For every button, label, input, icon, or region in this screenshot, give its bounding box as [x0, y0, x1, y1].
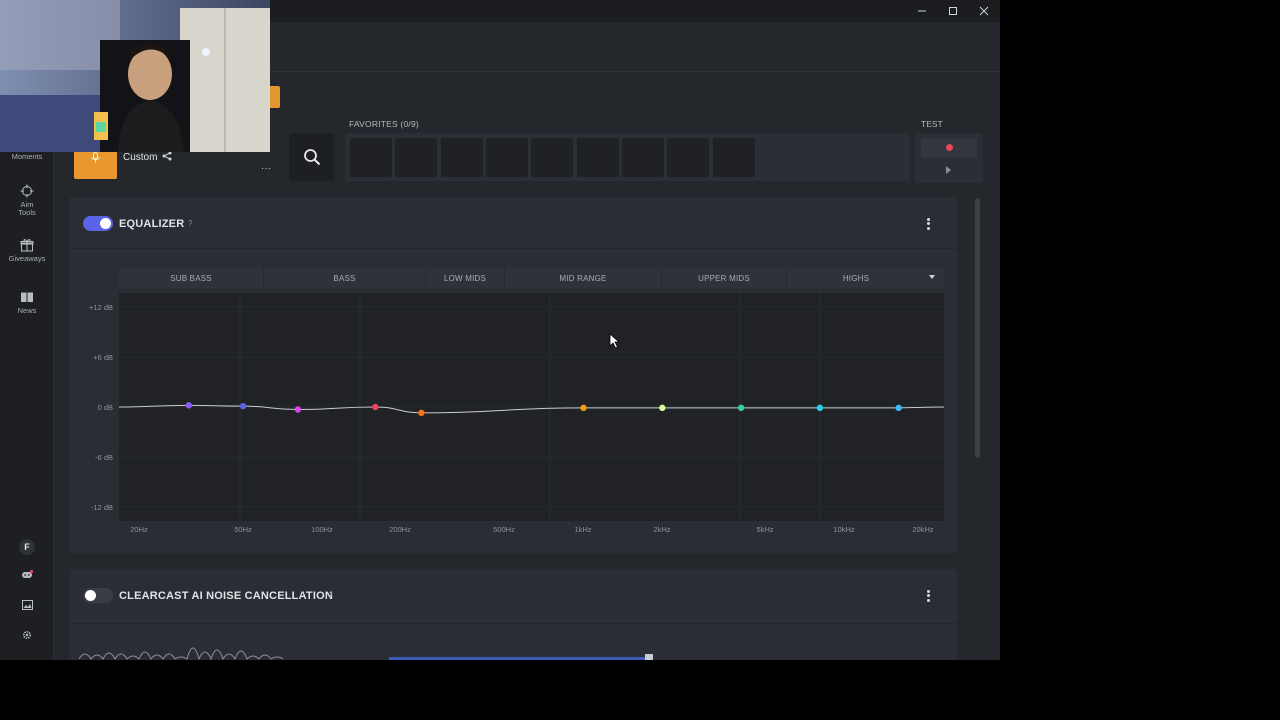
test-label: TEST: [921, 119, 943, 129]
band-bass[interactable]: BASS: [264, 268, 426, 288]
db-label: +6 dB: [93, 353, 113, 362]
eq-point-7[interactable]: [659, 404, 666, 412]
eq-point-3[interactable]: [294, 406, 302, 413]
sidebar-item-label: News: [17, 306, 37, 315]
favorite-slot[interactable]: [486, 138, 528, 177]
band-upper-mids[interactable]: UPPER MIDS: [662, 268, 787, 288]
search-button[interactable]: [289, 133, 334, 181]
equalizer-graph[interactable]: [119, 293, 944, 521]
equalizer-more-icon[interactable]: [923, 216, 933, 232]
equalizer-header: EQUALIZER ?: [69, 197, 957, 249]
help-icon[interactable]: ?: [188, 219, 192, 228]
sidebar-item-label: Aim Tools: [18, 200, 36, 217]
preset-name: Custom: [123, 152, 158, 163]
favorite-slot[interactable]: [713, 138, 755, 177]
eq-point-2[interactable]: [239, 402, 247, 410]
noise-cancellation-header: CLEARCAST AI NOISE CANCELLATION ?: [69, 569, 957, 624]
equalizer-panel: EQUALIZER ? SUB BASS BASS LOW MIDS MID R…: [69, 197, 957, 553]
favorite-slot[interactable]: [395, 138, 437, 177]
hz-label: 2kHz: [653, 525, 671, 534]
eq-point-6[interactable]: [580, 404, 587, 412]
share-icon[interactable]: [162, 151, 172, 161]
preset-more-button[interactable]: ···: [258, 163, 274, 175]
sidebar-item-label: Moments: [11, 152, 43, 161]
maximize-icon[interactable]: [938, 0, 968, 22]
mouse-cursor-icon: [609, 333, 621, 349]
sidebar-item-aim-tools[interactable]: Aim Tools: [0, 184, 54, 217]
hz-label: 500Hz: [493, 525, 515, 534]
search-icon: [303, 149, 320, 166]
sidebar-item-giveaways[interactable]: Giveaways: [0, 238, 54, 263]
hz-label: 1kHz: [574, 525, 592, 534]
sidebar-item-news[interactable]: News: [0, 290, 54, 315]
crosshair-icon: [20, 184, 34, 198]
eq-point-9[interactable]: [816, 404, 824, 412]
band-selector: SUB BASS BASS LOW MIDS MID RANGE UPPER M…: [119, 268, 944, 288]
db-label: -12 dB: [90, 503, 113, 512]
minimize-icon[interactable]: [907, 0, 937, 22]
equalizer-title: EQUALIZER: [119, 218, 185, 230]
eq-point-8[interactable]: [737, 404, 745, 412]
noise-waveform-preview: [79, 647, 653, 660]
band-low-mids[interactable]: LOW MIDS: [426, 268, 505, 288]
test-controls: [915, 133, 983, 183]
band-highs[interactable]: HIGHS: [787, 268, 925, 288]
hz-label: 20Hz: [130, 525, 148, 534]
favorite-slot[interactable]: [622, 138, 664, 177]
microphone-icon: [91, 152, 100, 163]
db-label: 0 dB: [97, 403, 113, 412]
eq-point-4[interactable]: [372, 403, 379, 411]
eq-point-10[interactable]: [895, 404, 902, 412]
close-icon[interactable]: [969, 0, 999, 22]
favorite-slot[interactable]: [441, 138, 483, 177]
favorite-slot[interactable]: [531, 138, 573, 177]
noise-cancellation-toggle[interactable]: [83, 588, 113, 603]
band-sub-bass[interactable]: SUB BASS: [119, 268, 264, 288]
hz-label: 10kHz: [833, 525, 855, 534]
help-icon[interactable]: ?: [328, 591, 332, 600]
favorite-slot[interactable]: [350, 138, 392, 177]
eq-point-5[interactable]: [418, 409, 425, 417]
band-mid-range[interactable]: MID RANGE: [505, 268, 662, 288]
record-dot-icon: [946, 144, 953, 151]
toggle-knob: [100, 218, 111, 229]
favorites-label: FAVORITES (0/9): [349, 119, 419, 129]
eq-point-1[interactable]: [185, 402, 193, 409]
record-button[interactable]: [921, 138, 977, 158]
newspaper-icon: [21, 292, 33, 302]
favorite-slot[interactable]: [667, 138, 709, 177]
equalizer-toggle[interactable]: [83, 216, 113, 231]
discord-icon[interactable]: [0, 570, 54, 580]
gift-icon: [20, 239, 34, 252]
favorite-slot[interactable]: [577, 138, 619, 177]
favorites-bar: [345, 133, 910, 181]
profile-avatar[interactable]: F: [0, 539, 54, 555]
sidebar-item-label: Giveaways: [8, 254, 46, 263]
scrollbar-thumb[interactable]: [975, 198, 980, 458]
avatar: F: [19, 539, 35, 555]
hz-label: 5kHz: [756, 525, 774, 534]
webcam-overlay: [0, 0, 270, 152]
noise-cancellation-title: CLEARCAST AI NOISE CANCELLATION: [119, 590, 333, 602]
noise-cancellation-panel: CLEARCAST AI NOISE CANCELLATION ?: [69, 569, 957, 660]
image-icon[interactable]: [0, 600, 54, 610]
hz-label: 100Hz: [311, 525, 333, 534]
hz-label: 50Hz: [234, 525, 252, 534]
hz-label: 20kHz: [912, 525, 934, 534]
db-label: -6 dB: [95, 453, 113, 462]
toggle-knob: [85, 590, 96, 601]
hz-label: 200Hz: [389, 525, 411, 534]
play-icon[interactable]: [946, 166, 951, 174]
noise-cancellation-more-icon[interactable]: [923, 588, 933, 604]
settings-icon[interactable]: [0, 630, 54, 640]
sidebar-item-moments[interactable]: Moments: [0, 153, 54, 161]
chevron-down-icon[interactable]: [929, 275, 935, 279]
db-label: +12 dB: [89, 303, 113, 312]
webcam-feed: [0, 0, 270, 152]
